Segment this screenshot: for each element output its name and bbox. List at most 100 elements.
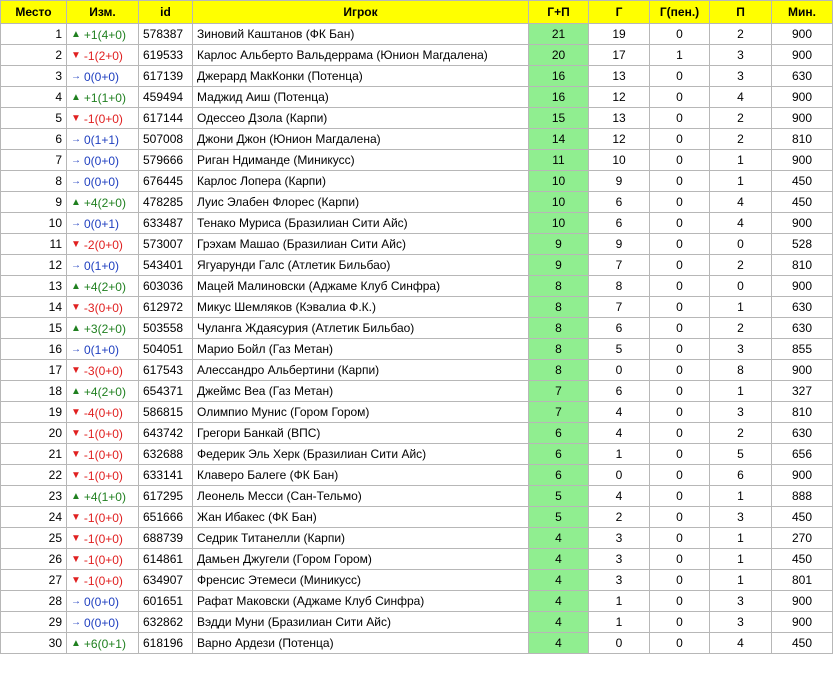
arrow-down-icon: ▼ <box>71 428 81 439</box>
header-assists[interactable]: П <box>709 0 772 24</box>
place-cell: 14 <box>0 296 67 318</box>
arrow-down-icon: ▼ <box>71 533 81 544</box>
table-row[interactable]: 1 ▲ +1(4+0) 578387 Зиновий Каштанов (ФК Бан)… <box>0 23 833 45</box>
table-row[interactable]: 11 ▼ -2(0+0) 573007 Грэхам Машао (Бразилиан … <box>0 233 833 255</box>
change-value: -1(0+0) <box>83 553 123 567</box>
goals-assists-cell: 4 <box>528 527 589 549</box>
table-row[interactable]: 30 ▲ +6(0+1) 618196 Варно Ардези (Потенца) 4 0… <box>0 632 833 654</box>
table-row[interactable]: 21 ▼ -1(0+0) 632688 Федерик Эль Херк (Бразил… <box>0 443 833 465</box>
header-player[interactable]: Игрок <box>192 0 529 24</box>
minutes-cell: 630 <box>771 422 833 444</box>
change-value: +1(4+0) <box>83 28 126 42</box>
table-row[interactable]: 22 ▼ -1(0+0) 633141 Клаверо Балеге (ФК Бан) 6… <box>0 464 833 486</box>
header-change[interactable]: Изм. <box>66 0 139 24</box>
goals-assists-cell: 8 <box>528 296 589 318</box>
goals-cell: 0 <box>588 359 650 381</box>
table-row[interactable]: 27 ▼ -1(0+0) 634907 Френсис Этемеси (Миникус… <box>0 569 833 591</box>
goals-assists-cell: 4 <box>528 569 589 591</box>
minutes-cell: 900 <box>771 611 833 633</box>
id-cell: 688739 <box>138 527 193 549</box>
id-cell: 617295 <box>138 485 193 507</box>
table-row[interactable]: 4 ▲ +1(1+0) 459494 Маджид Аиш (Потенца) 16 12 0… <box>0 86 833 108</box>
change-indicator: ▲ +1(1+0) <box>71 91 126 105</box>
table-row[interactable]: 18 ▲ +4(2+0) 654371 Джеймс Веа (Газ Метан) 7 6… <box>0 380 833 402</box>
assists-cell: 0 <box>709 233 772 255</box>
table-row[interactable]: 24 ▼ -1(0+0) 651666 Жан Ибакес (ФК Бан) 5 2 0 3 4… <box>0 506 833 528</box>
change-cell: ▼ -1(0+0) <box>66 464 139 486</box>
goals-assists-cell: 9 <box>528 233 589 255</box>
goals-cell: 3 <box>588 569 650 591</box>
player-cell: Вэдди Муни (Бразилиан Сити Айс) <box>192 611 529 633</box>
change-value: -4(0+0) <box>83 406 123 420</box>
change-indicator: → 0(1+1) <box>71 133 119 147</box>
table-row[interactable]: 17 ▼ -3(0+0) 617543 Алессандро Альбертини (К… <box>0 359 833 381</box>
goals-cell: 19 <box>588 23 650 45</box>
change-indicator: → 0(0+0) <box>71 595 119 609</box>
player-cell: Джеймс Веа (Газ Метан) <box>192 380 529 402</box>
table-row[interactable]: 8 → 0(0+0) 676445 Карлос Лопера (Карпи) 10 9 0 1… <box>0 170 833 192</box>
assists-cell: 1 <box>709 548 772 570</box>
goals-assists-cell: 10 <box>528 170 589 192</box>
minutes-cell: 900 <box>771 44 833 66</box>
id-cell: 478285 <box>138 191 193 213</box>
change-value: 0(0+0) <box>84 175 120 189</box>
header-id[interactable]: id <box>138 0 193 24</box>
header-goals-assists[interactable]: Г+П <box>528 0 589 24</box>
arrow-right-icon: → <box>71 596 81 607</box>
header-minutes[interactable]: Мин. <box>771 0 833 24</box>
header-goals[interactable]: Г <box>588 0 650 24</box>
table-row[interactable]: 7 → 0(0+0) 579666 Риган Ндиманде (Миникусс) 1… <box>0 149 833 171</box>
table-row[interactable]: 13 ▲ +4(2+0) 603036 Мацей Малиновски (Аджаме… <box>0 275 833 297</box>
player-cell: Грэхам Машао (Бразилиан Сити Айс) <box>192 233 529 255</box>
penalty-goals-cell: 0 <box>649 275 710 297</box>
id-cell: 632688 <box>138 443 193 465</box>
change-value: +1(1+0) <box>83 91 126 105</box>
table-row[interactable]: 14 ▼ -3(0+0) 612972 Микус Шемляков (Кэвалиа … <box>0 296 833 318</box>
table-row[interactable]: 23 ▲ +4(1+0) 617295 Леонель Месси (Сан-Тельм… <box>0 485 833 507</box>
assists-cell: 2 <box>709 128 772 150</box>
change-value: 0(1+0) <box>84 343 120 357</box>
change-value: -3(0+0) <box>83 364 123 378</box>
id-cell: 619533 <box>138 44 193 66</box>
arrow-up-icon: ▲ <box>71 386 81 397</box>
minutes-cell: 900 <box>771 212 833 234</box>
table-row[interactable]: 28 → 0(0+0) 601651 Рафат Маковски (Аджаме Кл… <box>0 590 833 612</box>
table-row[interactable]: 26 ▼ -1(0+0) 614861 Дамьен Джугели (Гором Го… <box>0 548 833 570</box>
table-row[interactable]: 9 ▲ +4(2+0) 478285 Луис Элабен Флорес (Карпи… <box>0 191 833 213</box>
table-row[interactable]: 2 ▼ -1(2+0) 619533 Карлос Альберто Вальдерра… <box>0 44 833 66</box>
table-row[interactable]: 3 → 0(0+0) 617139 Джерард МакКонки (Потенца)… <box>0 65 833 87</box>
player-cell: Карлос Альберто Вальдеррама (Юнион Магда… <box>192 44 529 66</box>
goals-cell: 9 <box>588 170 650 192</box>
place-cell: 6 <box>0 128 67 150</box>
table-row[interactable]: 12 → 0(1+0) 543401 Ягуарунди Галс (Атлетик Б… <box>0 254 833 276</box>
table-row[interactable]: 5 ▼ -1(0+0) 617144 Одессео Дзола (Карпи) 15 13… <box>0 107 833 129</box>
change-cell: → 0(1+1) <box>66 128 139 150</box>
table-row[interactable]: 6 → 0(1+1) 507008 Джони Джон (Юнион Магдален… <box>0 128 833 150</box>
table-row[interactable]: 16 → 0(1+0) 504051 Марио Бойл (Газ Метан) 8 5 0… <box>0 338 833 360</box>
minutes-cell: 810 <box>771 128 833 150</box>
change-cell: ▲ +4(2+0) <box>66 380 139 402</box>
place-cell: 30 <box>0 632 67 654</box>
table-row[interactable]: 19 ▼ -4(0+0) 586815 Олимпио Мунис (Гором Гор… <box>0 401 833 423</box>
table-row[interactable]: 29 → 0(0+0) 632862 Вэдди Муни (Бразилиан Сит… <box>0 611 833 633</box>
penalty-goals-cell: 0 <box>649 590 710 612</box>
change-cell: ▲ +4(2+0) <box>66 275 139 297</box>
place-cell: 16 <box>0 338 67 360</box>
change-indicator: ▼ -1(0+0) <box>71 448 123 462</box>
table-row[interactable]: 20 ▼ -1(0+0) 643742 Грегори Банкай (ВПС) 6 4 0 2… <box>0 422 833 444</box>
goals-cell: 0 <box>588 632 650 654</box>
player-cell: Олимпио Мунис (Гором Гором) <box>192 401 529 423</box>
goals-assists-cell: 10 <box>528 191 589 213</box>
change-value: 0(0+0) <box>84 70 120 84</box>
minutes-cell: 450 <box>771 548 833 570</box>
table-row[interactable]: 25 ▼ -1(0+0) 688739 Седрик Титанелли (Карпи)… <box>0 527 833 549</box>
assists-cell: 4 <box>709 632 772 654</box>
arrow-down-icon: ▼ <box>71 449 81 460</box>
table-row[interactable]: 15 ▲ +3(2+0) 503558 Чуланга Ждаясурия (Атлет… <box>0 317 833 339</box>
id-cell: 634907 <box>138 569 193 591</box>
change-indicator: ▼ -1(0+0) <box>71 553 123 567</box>
header-place[interactable]: Место <box>0 0 67 24</box>
arrow-down-icon: ▼ <box>71 470 81 481</box>
header-penalty-goals[interactable]: Г(пен.) <box>649 0 710 24</box>
table-row[interactable]: 10 → 0(0+1) 633487 Тенако Муриса (Бразилиан … <box>0 212 833 234</box>
